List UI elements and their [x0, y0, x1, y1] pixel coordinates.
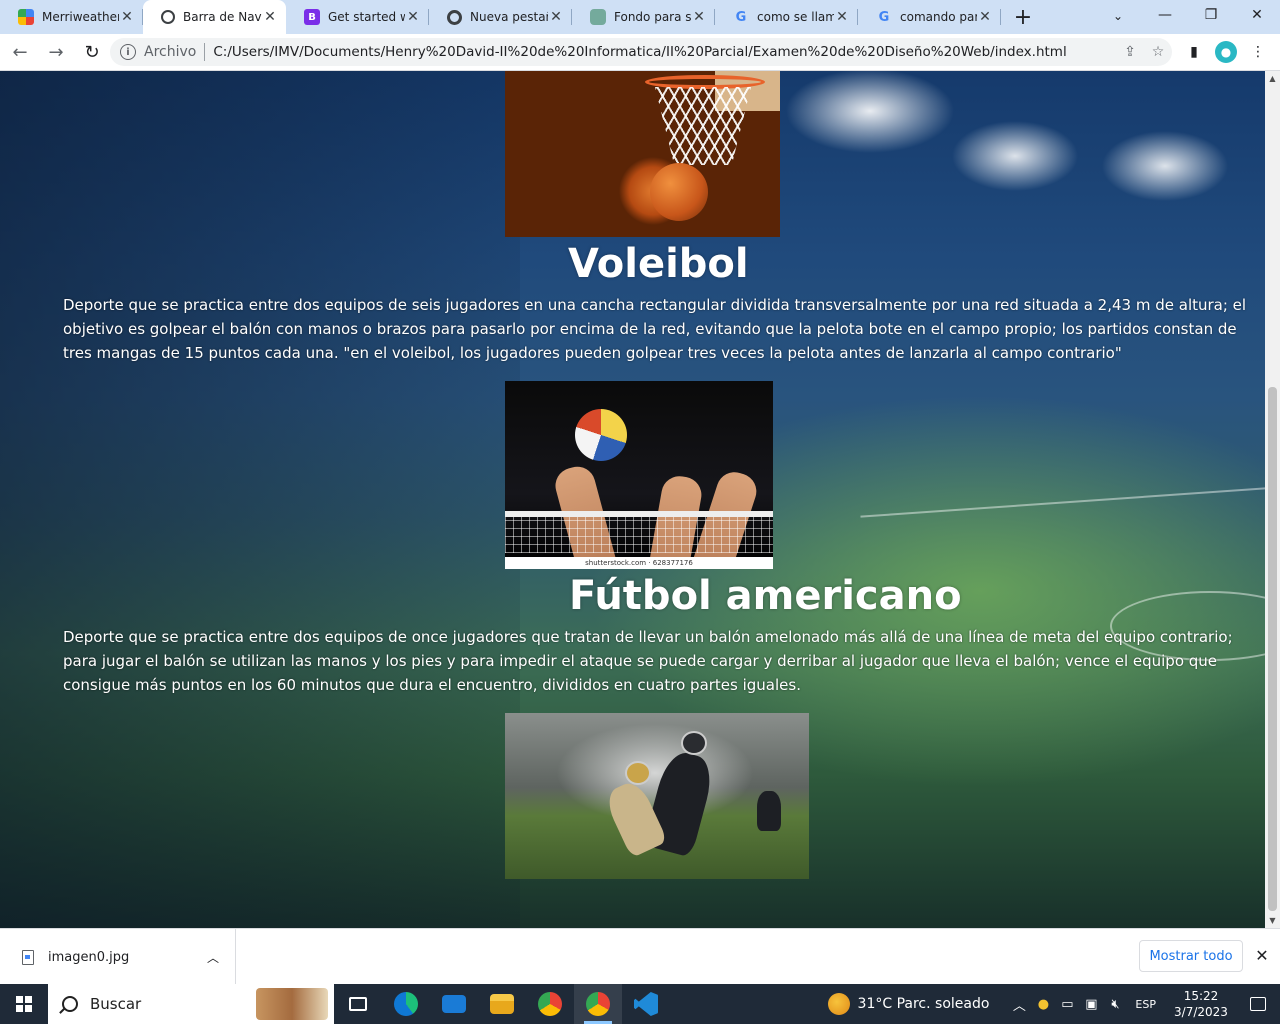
clock-time: 15:22: [1183, 989, 1219, 1003]
tab-title: Nueva pestaña: [470, 10, 548, 24]
search-icon: [62, 996, 78, 1012]
tab-get-started[interactable]: B Get started wit ✕: [286, 0, 429, 34]
system-tray: 31°C Parc. soleado ︿ ● ▭ ▣ 🔇︎ ESP 15:22 …: [827, 984, 1280, 1024]
close-download-bar-icon[interactable]: ✕: [1250, 943, 1274, 967]
page-viewport: Voleibol Deporte que se practica entre d…: [0, 71, 1265, 928]
url-text[interactable]: C:/Users/IMV/Documents/Henry%20David-II%…: [213, 44, 1116, 60]
close-window-icon[interactable]: ✕: [1234, 0, 1280, 30]
network-icon[interactable]: ▣: [1079, 997, 1103, 1012]
window-controls: — ❐ ✕: [1142, 0, 1280, 30]
chrome-profile-icon[interactable]: [574, 984, 622, 1024]
scroll-down-icon[interactable]: ▼: [1265, 913, 1280, 928]
image-credit: shutterstock.com · 628377176: [505, 557, 773, 569]
person-icon: ●: [1215, 41, 1237, 63]
browser-toolbar: ← → ↻ i Archivo C:/Users/IMV/Documents/H…: [0, 34, 1280, 71]
device-icon[interactable]: ▭: [1055, 997, 1079, 1012]
status-dot-icon[interactable]: ●: [1031, 997, 1055, 1012]
tab-title: comando para: [900, 10, 977, 24]
weather-sun-icon: [827, 993, 850, 1015]
task-view-icon[interactable]: [334, 984, 382, 1024]
close-tab-icon[interactable]: ✕: [262, 9, 278, 25]
section-description-futbol-americano: Deporte que se practica entre dos equipo…: [63, 628, 1233, 694]
windows-taskbar: Buscar 31°C Parc. soleado ︿ ● ▭ ▣ 🔇︎ ESP…: [0, 984, 1280, 1024]
image-file-icon: [22, 949, 34, 965]
google-fonts-icon: [18, 9, 34, 25]
address-bar[interactable]: i Archivo C:/Users/IMV/Documents/Henry%2…: [110, 38, 1172, 66]
volume-muted-icon[interactable]: 🔇︎: [1103, 997, 1127, 1012]
american-football-image: [505, 713, 809, 879]
close-tab-icon[interactable]: ✕: [977, 9, 993, 25]
close-tab-icon[interactable]: ✕: [119, 9, 135, 25]
close-tab-icon[interactable]: ✕: [834, 9, 850, 25]
minimize-icon[interactable]: —: [1142, 0, 1188, 30]
tab-title: Barra de Naveg: [183, 10, 262, 24]
chatgpt-icon: [590, 9, 606, 25]
scroll-up-icon[interactable]: ▲: [1265, 71, 1280, 86]
forward-icon[interactable]: →: [40, 36, 72, 68]
tab-comando-para[interactable]: G comando para ✕: [858, 0, 1001, 34]
tab-nueva-pestana[interactable]: Nueva pestaña ✕: [429, 0, 572, 34]
volleyball-image: shutterstock.com · 628377176: [505, 381, 773, 569]
mail-icon[interactable]: [430, 984, 478, 1024]
section-title-futbol-americano: Fútbol americano: [569, 573, 962, 619]
new-tab-button[interactable]: +: [1007, 0, 1039, 34]
tab-strip: Merriweather - ✕ Barra de Naveg ✕ B Get …: [0, 0, 1280, 34]
taskbar-search[interactable]: Buscar: [48, 984, 334, 1024]
chrome-icon[interactable]: [526, 984, 574, 1024]
chevron-up-icon[interactable]: ︿: [201, 949, 225, 966]
start-button[interactable]: [0, 984, 48, 1024]
tab-title: Fondo para siti: [614, 10, 691, 24]
edge-icon[interactable]: [382, 984, 430, 1024]
globe-icon: [161, 10, 175, 24]
restore-icon[interactable]: ❐: [1188, 0, 1234, 30]
language-indicator[interactable]: ESP: [1135, 998, 1156, 1011]
site-info-icon[interactable]: i: [120, 44, 136, 60]
tab-merriweather[interactable]: Merriweather - ✕: [0, 0, 143, 34]
tab-barra-navegacion[interactable]: Barra de Naveg ✕: [143, 0, 286, 34]
reload-icon[interactable]: ↻: [76, 36, 108, 68]
download-file-name: imagen0.jpg: [48, 949, 130, 965]
close-tab-icon[interactable]: ✕: [691, 9, 707, 25]
section-description-voleibol: Deporte que se practica entre dos equipo…: [63, 296, 1247, 362]
show-all-button[interactable]: Mostrar todo: [1139, 940, 1243, 972]
menu-kebab-icon[interactable]: ⋮: [1242, 36, 1274, 68]
download-bar: imagen0.jpg ︿ Mostrar todo ✕: [0, 928, 1280, 985]
bootstrap-icon: B: [304, 9, 320, 25]
bookmark-star-icon[interactable]: ☆: [1144, 38, 1172, 66]
download-item[interactable]: imagen0.jpg ︿: [0, 929, 236, 985]
chrome-icon: [447, 9, 462, 25]
google-icon: G: [878, 9, 890, 25]
tab-search-icon[interactable]: ⌄: [1106, 4, 1130, 28]
section-title-voleibol: Voleibol: [568, 241, 749, 287]
close-tab-icon[interactable]: ✕: [548, 9, 564, 25]
scroll-thumb[interactable]: [1268, 387, 1277, 911]
search-highlight-image: [256, 988, 328, 1020]
tab-como-se-llama[interactable]: G como se llama ✕: [715, 0, 858, 34]
chevron-up-icon[interactable]: ︿: [1007, 995, 1031, 1014]
field-line: [860, 486, 1265, 518]
stadium-background: [0, 71, 520, 928]
file-explorer-icon[interactable]: [478, 984, 526, 1024]
notifications-icon[interactable]: [1236, 984, 1280, 1024]
clock-date: 3/7/2023: [1174, 1005, 1228, 1019]
scheme-label: Archivo: [144, 44, 197, 60]
share-icon[interactable]: ⇪: [1116, 38, 1144, 66]
google-icon: G: [735, 9, 747, 25]
back-icon[interactable]: ←: [4, 36, 36, 68]
tab-title: Merriweather -: [42, 10, 119, 24]
windows-logo-icon: [16, 996, 32, 1012]
vscode-icon[interactable]: [622, 984, 670, 1024]
profile-avatar[interactable]: ●: [1210, 36, 1242, 68]
page-scrollbar[interactable]: ▲ ▼: [1265, 71, 1280, 928]
tab-title: como se llama: [757, 10, 834, 24]
search-label: Buscar: [90, 995, 142, 1013]
tab-fondo-sitio[interactable]: Fondo para siti ✕: [572, 0, 715, 34]
tab-title: Get started wit: [328, 10, 405, 24]
weather-text[interactable]: 31°C Parc. soleado: [858, 996, 990, 1012]
clock[interactable]: 15:22 3/7/2023: [1166, 988, 1236, 1020]
basketball-image: [505, 71, 780, 237]
side-panel-icon[interactable]: ▮: [1178, 36, 1210, 68]
close-tab-icon[interactable]: ✕: [405, 9, 421, 25]
